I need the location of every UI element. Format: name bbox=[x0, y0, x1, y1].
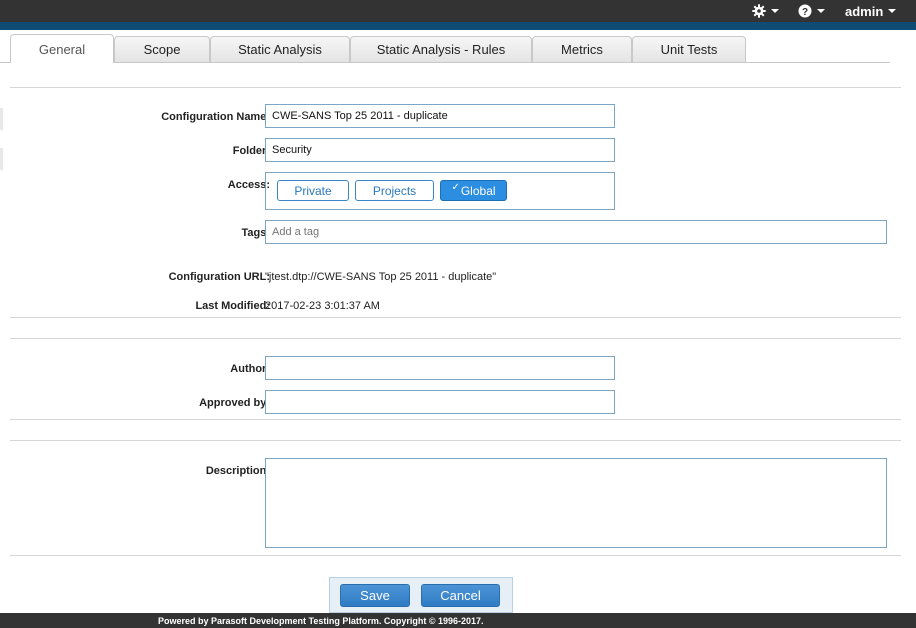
chevron-down-icon bbox=[888, 9, 897, 13]
tags-input[interactable] bbox=[265, 220, 887, 244]
configuration-name-input[interactable]: CWE-SANS Top 25 2011 - duplicate bbox=[265, 104, 615, 128]
chevron-down-icon bbox=[771, 9, 779, 13]
left-edge-marker bbox=[0, 148, 3, 170]
configuration-url-value: "jtest.dtp://CWE-SANS Top 25 2011 - dupl… bbox=[265, 271, 497, 283]
footer-copyright: Powered by Parasoft Development Testing … bbox=[158, 615, 484, 626]
user-menu[interactable]: admin bbox=[845, 0, 897, 22]
description-textarea[interactable] bbox=[265, 458, 887, 548]
tab-scope[interactable]: Scope bbox=[114, 36, 210, 62]
help-icon: ? bbox=[798, 4, 812, 18]
author-input[interactable] bbox=[265, 356, 615, 380]
approved-by-input[interactable] bbox=[265, 390, 615, 414]
tab-label: Static Analysis bbox=[238, 42, 322, 57]
tab-label: Scope bbox=[143, 42, 181, 57]
svg-text:?: ? bbox=[802, 7, 808, 18]
tab-label: Static Analysis - Rules bbox=[376, 42, 506, 57]
tab-general[interactable]: General bbox=[10, 34, 114, 63]
tab-label: Metrics bbox=[561, 42, 603, 57]
tab-divider bbox=[0, 62, 890, 63]
tab-bar: General Scope Static Analysis Static Ana… bbox=[0, 34, 916, 63]
check-icon: ✓ bbox=[451, 182, 460, 193]
access-private-button[interactable]: Private bbox=[277, 180, 349, 201]
tab-static-analysis-rules[interactable]: Static Analysis - Rules bbox=[350, 36, 532, 62]
access-label: Access: bbox=[227, 179, 270, 191]
tab-label: General bbox=[38, 41, 86, 57]
configuration-url-label: Configuration URL: bbox=[168, 271, 270, 283]
access-toggle-group: Private Projects ✓ Global bbox=[265, 172, 615, 210]
footer: Powered by Parasoft Development Testing … bbox=[0, 613, 916, 628]
configuration-name-label: Configuration Name: bbox=[161, 111, 270, 123]
gear-icon bbox=[752, 4, 766, 18]
tab-static-analysis[interactable]: Static Analysis bbox=[210, 36, 350, 62]
chevron-down-icon bbox=[817, 9, 825, 13]
cancel-button[interactable]: Cancel bbox=[421, 584, 500, 607]
form-actions: Save Cancel bbox=[329, 577, 513, 613]
last-modified-label: Last Modified: bbox=[195, 300, 270, 312]
access-option-label: Private bbox=[294, 183, 332, 198]
approved-by-label: Approved by: bbox=[199, 397, 270, 409]
description-label: Description: bbox=[205, 465, 270, 477]
tab-label: Unit Tests bbox=[660, 42, 718, 57]
save-button[interactable]: Save bbox=[340, 584, 410, 607]
top-bar: ? admin bbox=[0, 0, 916, 22]
header-stripe bbox=[0, 22, 916, 30]
left-edge-marker bbox=[0, 108, 3, 130]
tab-unit-tests[interactable]: Unit Tests bbox=[632, 36, 746, 62]
user-name: admin bbox=[845, 3, 884, 19]
access-option-label: Projects bbox=[372, 183, 417, 198]
settings-menu[interactable] bbox=[752, 0, 779, 22]
folder-input[interactable]: Security bbox=[265, 138, 615, 162]
access-option-label: Global bbox=[460, 183, 496, 198]
last-modified-value: 2017-02-23 3:01:37 AM bbox=[265, 300, 380, 312]
tab-metrics[interactable]: Metrics bbox=[532, 36, 632, 62]
access-global-button[interactable]: ✓ Global bbox=[440, 180, 507, 201]
access-projects-button[interactable]: Projects bbox=[355, 180, 434, 201]
help-menu[interactable]: ? bbox=[798, 0, 825, 22]
